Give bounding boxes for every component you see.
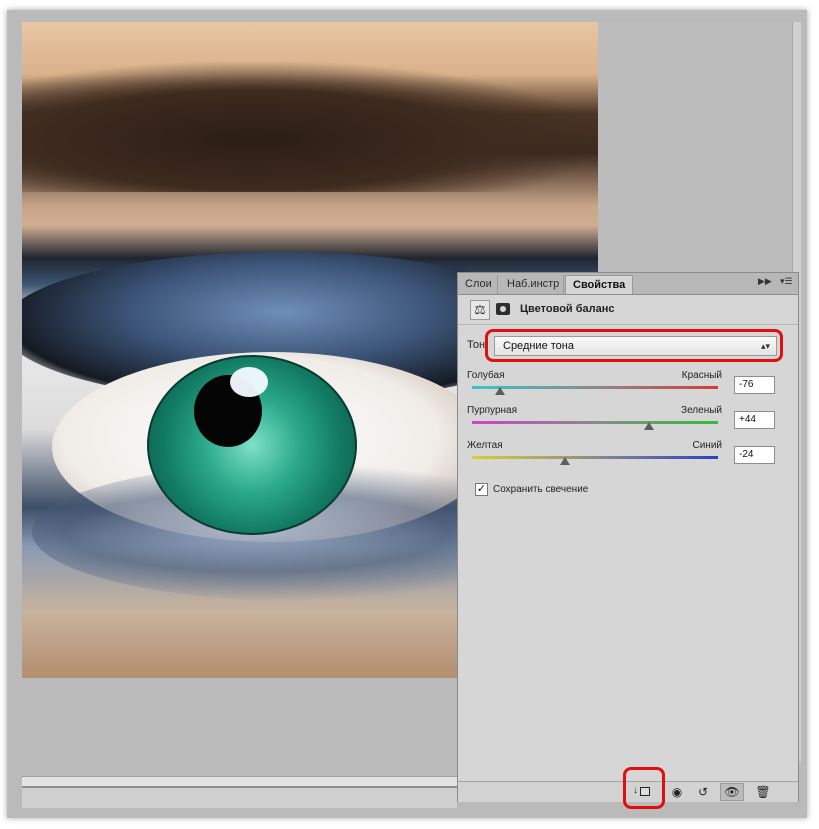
slider-magenta-green: Пурпурная Зеленый +44 (467, 405, 797, 439)
adjustment-title: Цветовой баланс (520, 303, 615, 315)
slider-thumb[interactable] (644, 422, 654, 430)
panel-tabbar: Слои Наб.инстр Свойства ▶▶ ▾☰ (458, 273, 798, 295)
trash-icon[interactable]: 🗑 (754, 784, 772, 800)
preserve-luminosity-checkbox[interactable]: ✓ (475, 483, 488, 496)
visibility-eye-icon[interactable]: 👁 (720, 783, 744, 801)
double-chevron-right-icon[interactable]: ▶▶ (758, 276, 772, 287)
tab-layers[interactable]: Слои (458, 275, 498, 294)
slider-value-field[interactable]: +44 (734, 411, 775, 429)
slider-value-field[interactable]: -24 (734, 446, 775, 464)
balance-scale-icon[interactable]: ⚖ (470, 300, 490, 320)
slider-left-label: Пурпурная (467, 405, 517, 416)
slider-left-label: Голубая (467, 370, 505, 381)
slider-track[interactable] (472, 456, 718, 459)
slider-right-label: Красный (681, 370, 722, 381)
properties-header: ⚖ Цветовой баланс (458, 295, 798, 325)
reset-icon[interactable]: ↺ (694, 784, 712, 800)
slider-right-label: Зеленый (681, 405, 722, 416)
layer-mask-icon[interactable] (496, 303, 510, 315)
eye-highlight (230, 367, 268, 397)
slider-right-label: Синий (692, 440, 722, 451)
properties-panel: Слои Наб.инстр Свойства ▶▶ ▾☰ ⚖ Цветовой… (457, 272, 799, 809)
status-strip (22, 786, 457, 808)
slider-value-field[interactable]: -76 (734, 376, 775, 394)
slider-thumb[interactable] (560, 457, 570, 465)
tab-tool-presets[interactable]: Наб.инстр (500, 275, 564, 294)
slider-yellow-blue: Желтая Синий -24 (467, 440, 797, 474)
canvas-pasteboard (598, 22, 792, 272)
eyebrow-region (22, 62, 598, 192)
tone-callout-highlight (485, 329, 783, 362)
panel-menu-icon[interactable]: ▾☰ (780, 276, 793, 287)
slider-track[interactable] (472, 386, 718, 389)
slider-left-label: Желтая (467, 440, 503, 451)
slider-track[interactable] (472, 421, 718, 424)
view-previous-state-icon[interactable]: ◉ (668, 784, 686, 800)
preserve-luminosity-label: Сохранить свечение (493, 484, 589, 495)
slider-thumb[interactable] (495, 387, 505, 395)
slider-cyan-red: Голубая Красный -76 (467, 370, 797, 404)
tab-properties[interactable]: Свойства (565, 275, 633, 294)
clip-callout-highlight (623, 767, 665, 809)
